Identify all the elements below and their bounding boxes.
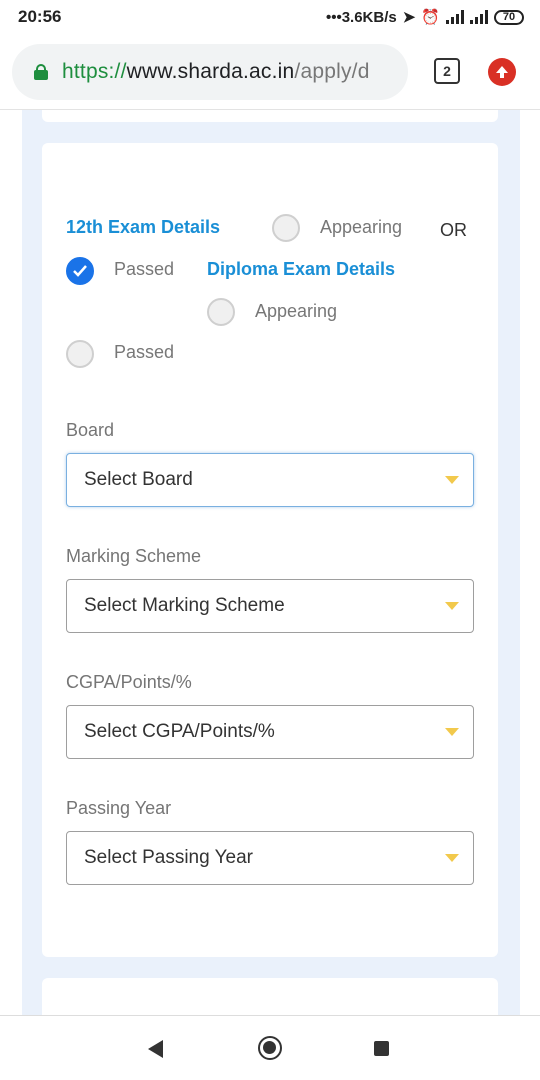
location-icon: ➤ bbox=[402, 9, 416, 26]
status-bar: 20:56 •••3.6KB/s ➤ ⏰ 70 bbox=[0, 0, 540, 34]
marking-scheme-select[interactable]: Select Marking Scheme bbox=[66, 579, 474, 633]
alarm-icon: ⏰ bbox=[421, 9, 440, 26]
board-select[interactable]: Select Board bbox=[66, 453, 474, 507]
passing-year-select-value: Select Passing Year bbox=[84, 847, 254, 868]
or-label: OR bbox=[440, 220, 467, 240]
chevron-down-icon bbox=[445, 728, 459, 736]
board-select-value: Select Board bbox=[84, 469, 193, 490]
cgpa-select-value: Select CGPA/Points/% bbox=[84, 721, 275, 742]
next-card bbox=[42, 978, 498, 1015]
diploma-passed-label[interactable]: Passed bbox=[114, 342, 174, 363]
signal-icon bbox=[446, 10, 464, 24]
twelfth-appearing-radio[interactable] bbox=[272, 214, 300, 242]
battery-icon: 70 bbox=[494, 9, 524, 25]
diploma-passed-radio[interactable] bbox=[66, 340, 94, 368]
diploma-appearing-label[interactable]: Appearing bbox=[255, 301, 337, 322]
board-label: Board bbox=[66, 420, 115, 440]
update-arrow-icon[interactable] bbox=[488, 58, 516, 86]
status-icons: •••3.6KB/s ➤ ⏰ 70 bbox=[326, 8, 524, 26]
chevron-down-icon bbox=[445, 854, 459, 862]
previous-card bbox=[42, 110, 498, 122]
check-icon bbox=[73, 265, 87, 277]
twelfth-passed-radio[interactable] bbox=[66, 257, 94, 285]
exam-details-card: 12th Exam Details Appearing OR Passed Di… bbox=[42, 143, 498, 957]
url-bar[interactable]: https://www.sharda.ac.in/apply/d bbox=[12, 44, 408, 100]
cgpa-select[interactable]: Select CGPA/Points/% bbox=[66, 705, 474, 759]
diploma-exam-title: Diploma Exam Details bbox=[207, 259, 396, 279]
form-background: 12th Exam Details Appearing OR Passed Di… bbox=[22, 110, 520, 1015]
system-nav-bar bbox=[0, 1015, 540, 1080]
recent-apps-icon[interactable] bbox=[374, 1041, 389, 1056]
back-icon[interactable] bbox=[148, 1040, 163, 1058]
page-content: 12th Exam Details Appearing OR Passed Di… bbox=[0, 110, 540, 1015]
marking-scheme-select-value: Select Marking Scheme bbox=[84, 595, 285, 616]
diploma-appearing-radio[interactable] bbox=[207, 298, 235, 326]
lock-icon bbox=[34, 64, 48, 80]
signal-icon-2 bbox=[470, 10, 488, 24]
twelfth-appearing-label[interactable]: Appearing bbox=[320, 217, 402, 238]
twelfth-exam-title: 12th Exam Details bbox=[66, 217, 221, 237]
tab-switcher-button[interactable]: 2 bbox=[434, 58, 460, 84]
passing-year-label: Passing Year bbox=[66, 798, 172, 818]
network-speed-text: •••3.6KB/s bbox=[325, 8, 397, 26]
browser-toolbar: https://www.sharda.ac.in/apply/d 2 bbox=[0, 34, 540, 110]
url-text: https://www.sharda.ac.in/apply/d bbox=[62, 60, 370, 83]
home-icon[interactable] bbox=[258, 1036, 282, 1060]
chevron-down-icon bbox=[445, 602, 459, 610]
cgpa-label: CGPA/Points/% bbox=[66, 672, 192, 692]
chevron-down-icon bbox=[445, 476, 459, 484]
status-time: 20:56 bbox=[18, 7, 62, 26]
twelfth-passed-label[interactable]: Passed bbox=[114, 259, 174, 280]
passing-year-select[interactable]: Select Passing Year bbox=[66, 831, 474, 885]
marking-scheme-label: Marking Scheme bbox=[66, 546, 202, 566]
